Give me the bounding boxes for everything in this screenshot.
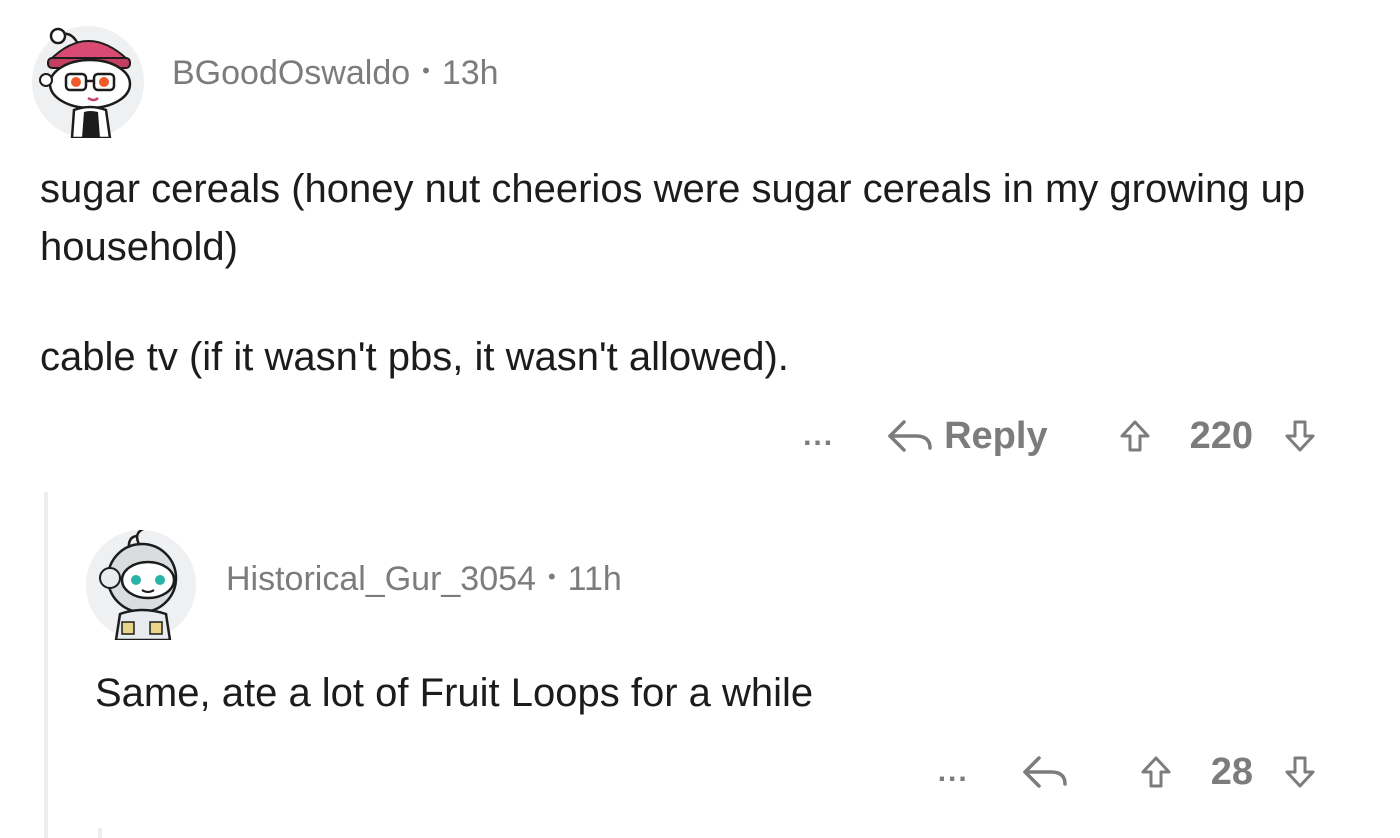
comment-paragraph: Same, ate a lot of Fruit Loops for a whi… (95, 671, 814, 715)
upvote-button[interactable] (1120, 420, 1150, 452)
nested-thread-line (98, 828, 102, 838)
parent-comment: BGoodOswaldo • 13h sugar cereals (honey nu… (0, 0, 1400, 480)
reply-button[interactable] (1021, 752, 1069, 792)
comment-actions: ... Reply 220 (803, 408, 1315, 464)
comment-paragraph: cable tv (if it wasn't pbs, it wasn't al… (40, 335, 789, 379)
username-link[interactable]: BGoodOswaldo (172, 54, 410, 92)
comment-meta: BGoodOswaldo • 13h (172, 54, 499, 93)
comment-actions: ... 28 (938, 744, 1315, 800)
more-options-button[interactable]: ... (938, 755, 969, 789)
comment-paragraph: sugar cereals (honey nut cheerios were s… (40, 167, 1306, 269)
upvote-arrow-icon (1120, 420, 1150, 452)
snoo-astronaut-avatar-icon (86, 526, 196, 642)
reply-label: Reply (944, 414, 1048, 457)
snoo-avatar-icon (32, 26, 144, 140)
thread-collapse-line[interactable] (44, 492, 48, 838)
comment-timestamp: 13h (441, 54, 499, 92)
vote-score: 220 (1189, 414, 1253, 457)
comment-meta: Historical_Gur_3054 • 11h (226, 560, 622, 599)
downvote-arrow-icon (1285, 756, 1315, 788)
avatar[interactable] (86, 526, 196, 642)
downvote-arrow-icon (1285, 420, 1315, 452)
avatar[interactable] (32, 26, 144, 140)
reply-button[interactable]: Reply (886, 414, 1048, 458)
username-link[interactable]: Historical_Gur_3054 (226, 560, 536, 598)
comment-timestamp: 11h (567, 560, 622, 598)
downvote-button[interactable] (1285, 756, 1315, 788)
meta-separator: • (547, 564, 556, 589)
vote-score: 28 (1210, 750, 1253, 793)
downvote-button[interactable] (1285, 420, 1315, 452)
reply-arrow-icon (888, 420, 932, 452)
upvote-arrow-icon (1141, 756, 1171, 788)
upvote-button[interactable] (1141, 756, 1171, 788)
meta-separator: • (422, 58, 430, 83)
more-options-button[interactable]: ... (803, 419, 834, 453)
reply-arrow-icon (1022, 756, 1067, 788)
